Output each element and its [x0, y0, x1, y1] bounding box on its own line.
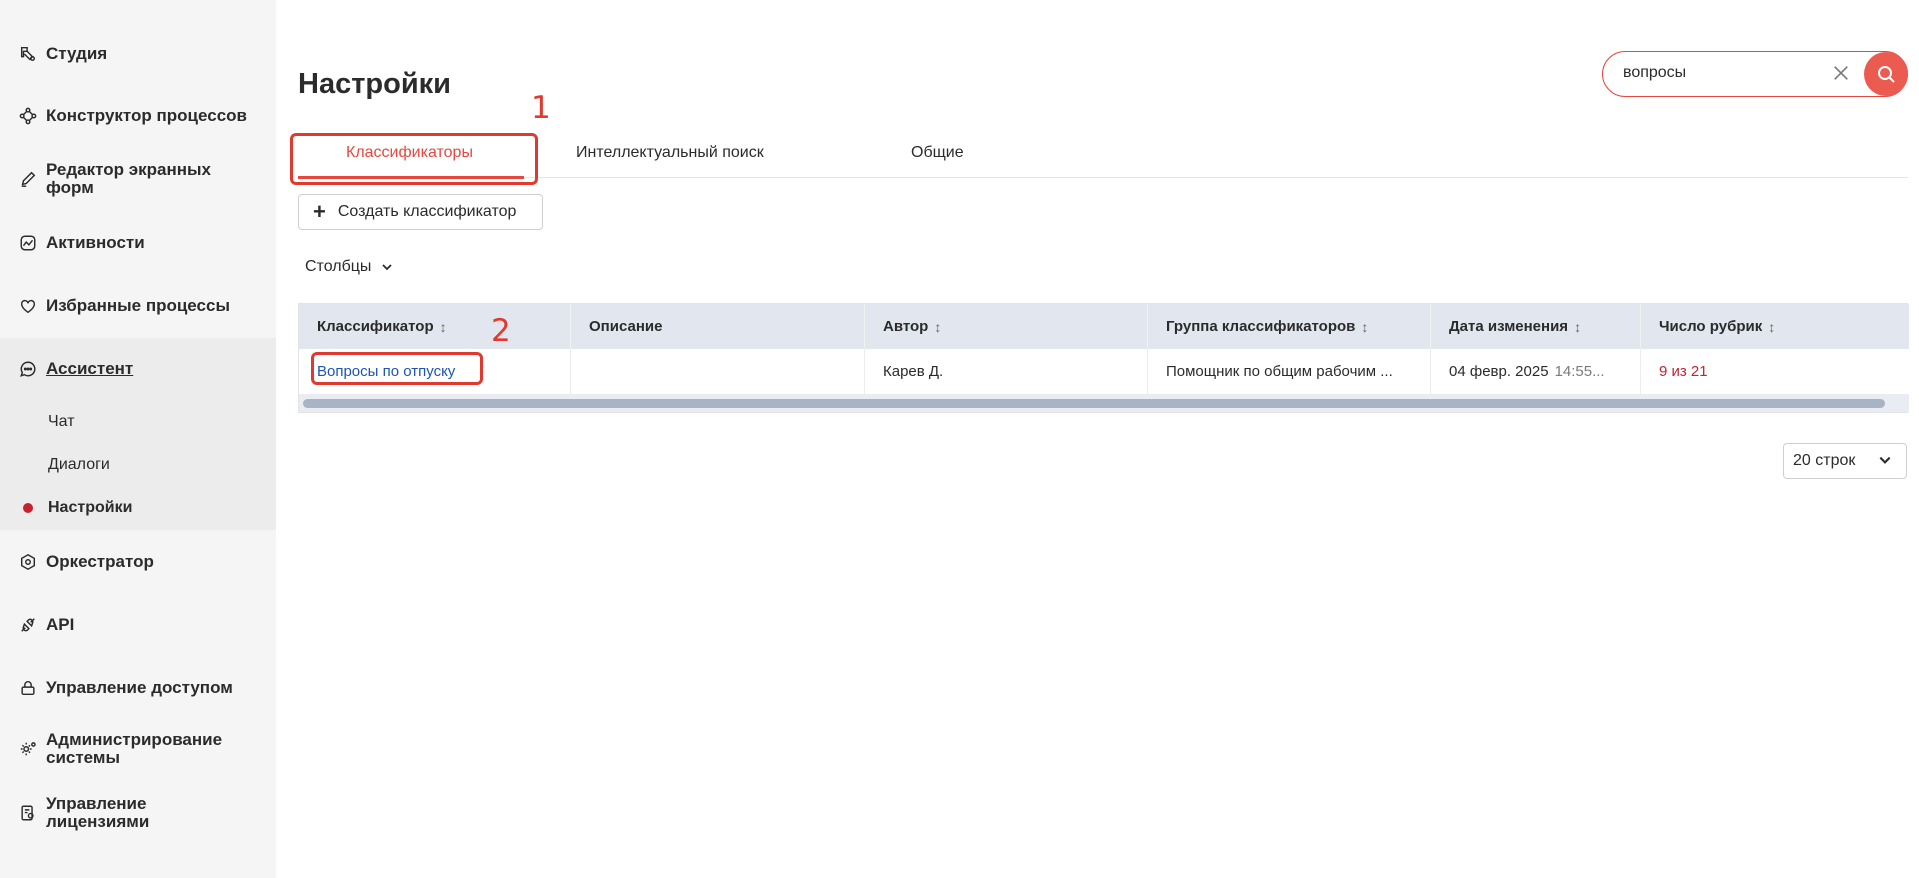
sidebar-item-process-constructor[interactable]: Конструктор процессов [18, 106, 247, 126]
column-header-classifier[interactable]: Классификатор ↕ [299, 304, 571, 349]
column-header-rubrics[interactable]: Число рубрик ↕ [1641, 304, 1909, 349]
close-icon [1834, 66, 1848, 80]
assistant-icon [18, 359, 38, 379]
search-input[interactable] [1623, 64, 1823, 82]
sidebar-item-api[interactable]: API [18, 615, 74, 635]
classifiers-table: Классификатор ↕ Описание Автор ↕ Группа кл… [298, 303, 1909, 413]
sort-icon: ↕ [934, 318, 942, 335]
rows-per-page-label: 20 строк [1793, 452, 1856, 469]
sidebar-item-access-control[interactable]: Управление доступом [18, 678, 233, 698]
chevron-down-icon [1879, 456, 1891, 464]
sidebar-item-label: Избранные процессы [46, 296, 230, 315]
sidebar: Студия Конструктор процессов Редактор эк… [0, 0, 276, 878]
form-editor-icon [18, 169, 38, 189]
sidebar-item-label: Студия [46, 44, 108, 63]
heart-icon [18, 296, 38, 316]
sidebar-item-studio[interactable]: Студия [18, 44, 107, 64]
group-cell: Помощник по общим рабочим ... [1148, 349, 1431, 394]
sort-icon: ↕ [1361, 318, 1369, 335]
sidebar-item-label: Конструктор процессов [46, 106, 247, 125]
sort-icon: ↕ [1574, 318, 1582, 335]
lock-icon [18, 678, 38, 698]
description-cell [571, 349, 865, 394]
sidebar-item-label: Активности [46, 233, 145, 252]
admin-gear-icon [18, 739, 38, 759]
plus-icon: + [313, 199, 326, 224]
sidebar-item-label: Редактор экранных форм [46, 160, 211, 197]
annotation-box-1 [290, 133, 538, 185]
column-header-date[interactable]: Дата изменения ↕ [1431, 304, 1641, 349]
search-icon [1878, 66, 1895, 83]
sidebar-item-activities[interactable]: Активности [18, 233, 145, 253]
activity-icon [18, 233, 38, 253]
page-title: Настройки [298, 68, 452, 100]
rubrics-count-cell: 9 из 21 [1659, 363, 1708, 380]
tab-general[interactable]: Общие [911, 144, 964, 162]
tabs-divider [298, 177, 1908, 178]
columns-label: Столбцы [305, 258, 372, 275]
create-classifier-label: Создать классификатор [337, 203, 517, 220]
date-value: 04 февр. 2025 [1449, 363, 1549, 380]
sidebar-subitem-dialogs[interactable]: Диалоги [48, 456, 110, 474]
search-box [1602, 51, 1908, 97]
sidebar-subitem-settings[interactable]: Настройки [48, 499, 132, 517]
table-header: Классификатор ↕ Описание Автор ↕ Группа кл… [299, 304, 1909, 349]
rows-per-page-select[interactable]: 20 строк [1783, 443, 1907, 479]
horizontal-scrollbar[interactable] [299, 394, 1909, 412]
date-cell: 04 февр. 2025 14:55... [1431, 349, 1641, 394]
annotation-number-1: 1 [531, 90, 551, 126]
sidebar-item-label: Ассистент [46, 359, 134, 378]
column-header-author[interactable]: Автор ↕ [865, 304, 1148, 349]
sidebar-item-label: Управление лицензиями [46, 794, 150, 831]
sidebar-item-assistant[interactable]: Ассистент [18, 359, 133, 379]
author-cell: Карев Д. [865, 349, 1148, 394]
sidebar-item-label: Управление доступом [46, 678, 233, 697]
current-page-dot [23, 503, 33, 513]
search-button[interactable] [1864, 52, 1908, 96]
sidebar-item-label: Администрирование системы [46, 730, 223, 767]
api-icon [18, 615, 38, 635]
studio-icon [18, 44, 38, 64]
sidebar-item-system-admin[interactable]: Администрирование системы [18, 731, 222, 767]
column-header-group[interactable]: Группа классификаторов ↕ [1148, 304, 1431, 349]
table-row[interactable]: Вопросы по отпуску Карев Д. Помощник по … [299, 349, 1909, 394]
annotation-number-2: 2 [491, 313, 511, 349]
sidebar-item-favorites[interactable]: Избранные процессы [18, 296, 230, 316]
sort-icon: ↕ [1768, 318, 1776, 335]
annotation-box-2 [311, 352, 483, 385]
columns-dropdown[interactable]: Столбцы [305, 258, 393, 276]
sort-icon: ↕ [439, 318, 447, 335]
sidebar-item-label: Оркестратор [46, 552, 154, 571]
chevron-down-icon [382, 264, 393, 271]
sidebar-item-licenses[interactable]: Управление лицензиями [18, 795, 149, 831]
time-value: 14:55... [1554, 363, 1605, 380]
sidebar-item-label: API [46, 615, 75, 634]
process-constructor-icon [18, 106, 38, 126]
scrollbar-thumb[interactable] [303, 399, 1885, 408]
orchestrator-icon [18, 552, 38, 572]
license-icon [18, 803, 38, 823]
sidebar-item-orchestrator[interactable]: Оркестратор [18, 552, 154, 572]
column-header-description: Описание [571, 304, 865, 349]
clear-search-button[interactable] [1830, 62, 1852, 84]
tab-intelligent-search[interactable]: Интеллектуальный поиск [576, 144, 764, 162]
create-classifier-button[interactable]: + Создать классификатор [298, 194, 543, 230]
sidebar-item-form-editor[interactable]: Редактор экранных форм [18, 161, 211, 197]
sidebar-subitem-chat[interactable]: Чат [48, 413, 75, 431]
